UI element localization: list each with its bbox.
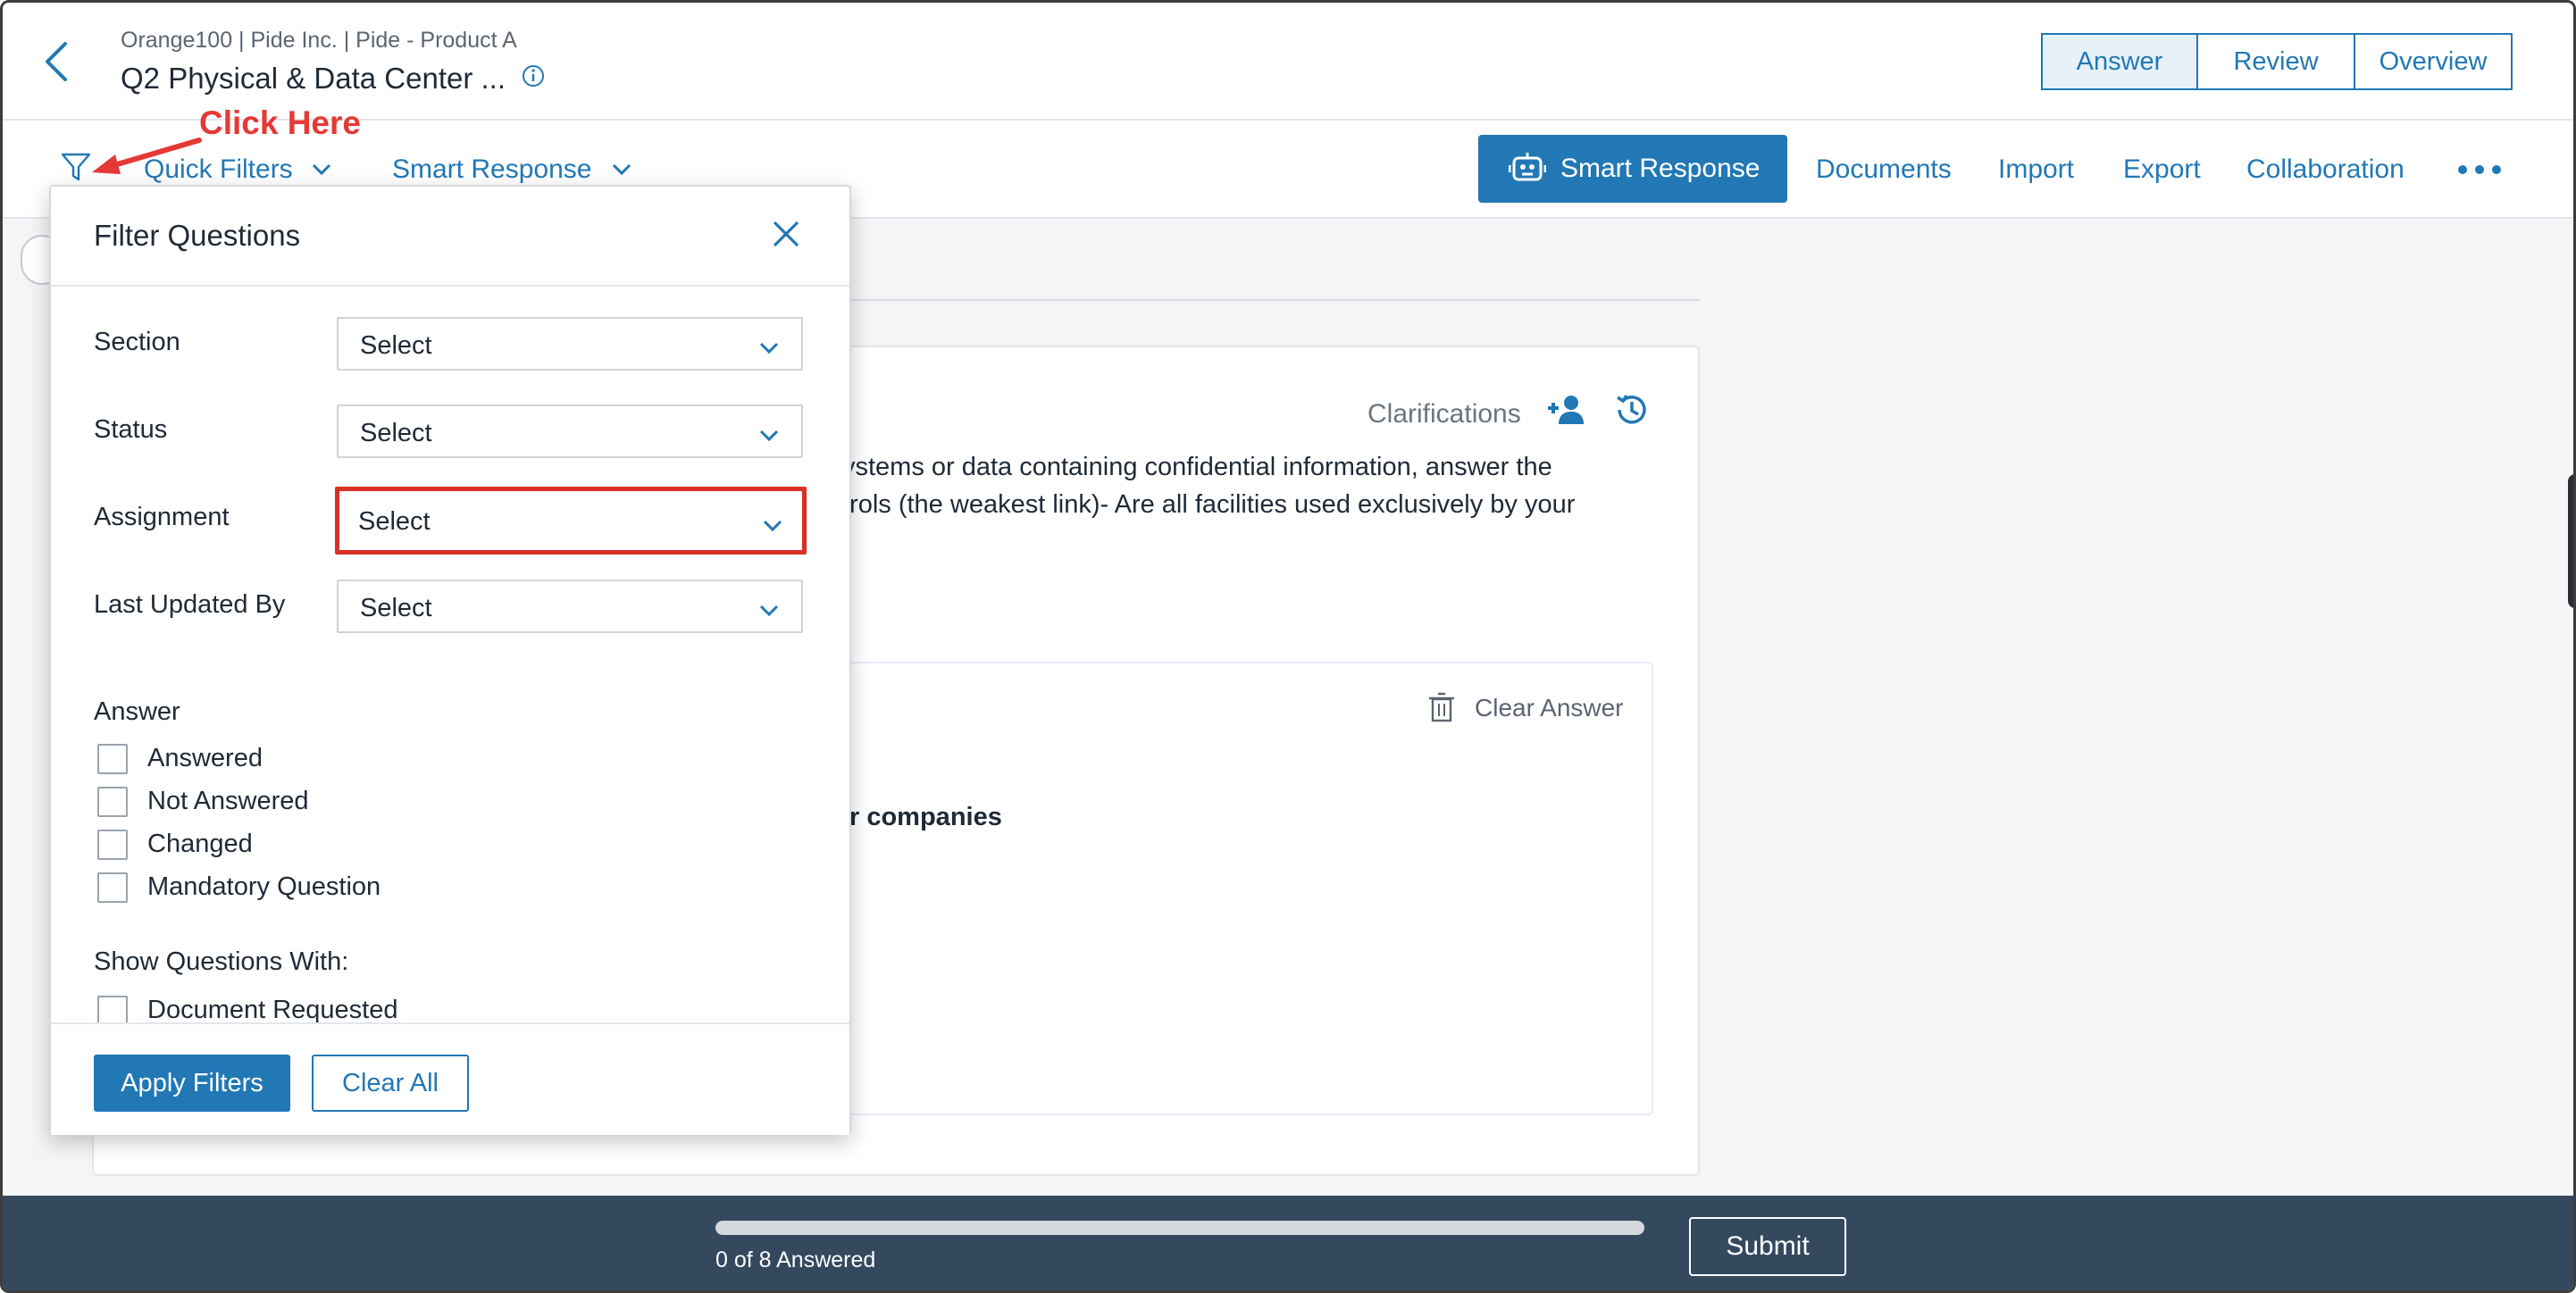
smart-response-label: Smart Response: [1560, 154, 1761, 183]
chevron-down-icon: [759, 342, 779, 355]
history-icon[interactable]: [1612, 390, 1652, 430]
top-bar: Orange100 | Pide Inc. | Pide - Product A…: [3, 3, 2573, 121]
select-value: Select: [360, 594, 432, 622]
checkbox-label: Document Requested: [147, 996, 398, 1024]
robot-icon: [1509, 153, 1546, 181]
filter-questions-popup: Filter Questions Section Select Status S…: [49, 185, 851, 1135]
assignment-label: Assignment: [94, 503, 230, 531]
checkbox[interactable]: [97, 744, 128, 774]
breadcrumb: Orange100 | Pide Inc. | Pide - Product A: [121, 28, 517, 53]
answer-option-text: r companies: [849, 803, 1002, 831]
chevron-down-icon: [763, 520, 782, 532]
checkbox[interactable]: [97, 996, 128, 1026]
checkbox[interactable]: [97, 872, 128, 903]
export-link[interactable]: Export: [2123, 154, 2201, 185]
answer-group-label: Answer: [94, 697, 180, 726]
select-value: Select: [360, 419, 432, 447]
submit-button[interactable]: Submit: [1689, 1217, 1846, 1276]
chevron-down-icon: [759, 605, 779, 617]
documents-link[interactable]: Documents: [1816, 154, 1952, 185]
question-text-line: ystems or data containing confidential i…: [842, 453, 1552, 481]
tab-overview[interactable]: Overview: [2355, 35, 2511, 88]
smart-response-button[interactable]: Smart Response: [1478, 135, 1787, 203]
checkbox-label: Mandatory Question: [147, 872, 381, 901]
mode-tabs: Answer Review Overview: [2041, 33, 2513, 90]
status-label: Status: [94, 415, 168, 444]
checkbox-label: Answered: [147, 744, 263, 772]
tab-review[interactable]: Review: [2198, 35, 2355, 88]
popup-footer: Apply Filters Clear All: [51, 1022, 849, 1135]
checkbox-label: Not Answered: [147, 787, 309, 815]
progress-text: 0 of 8 Answered: [715, 1247, 876, 1272]
annotation-arrow-icon: [92, 138, 202, 174]
info-icon[interactable]: [521, 63, 546, 88]
question-text-line: trols (the weakest link)- Are all facili…: [842, 490, 1576, 519]
last-updated-by-select[interactable]: Select: [337, 580, 803, 633]
app-window: Orange100 | Pide Inc. | Pide - Product A…: [0, 0, 2576, 1293]
annotation-label: Click Here: [199, 104, 361, 141]
apply-filters-button[interactable]: Apply Filters: [94, 1055, 290, 1112]
tab-answer[interactable]: Answer: [2043, 35, 2198, 88]
last-updated-by-label: Last Updated By: [94, 590, 286, 619]
collaboration-link[interactable]: Collaboration: [2246, 154, 2405, 185]
select-value: Select: [358, 507, 431, 536]
close-icon[interactable]: [771, 219, 801, 249]
side-panel-handle[interactable]: [2568, 474, 2573, 608]
progress-bar: [715, 1221, 1644, 1235]
back-arrow-icon[interactable]: [38, 38, 74, 85]
section-label: Section: [94, 328, 180, 356]
clarifications-link[interactable]: Clarifications: [1367, 399, 1521, 430]
clear-all-button[interactable]: Clear All: [312, 1055, 469, 1112]
clear-answer-button[interactable]: Clear Answer: [1475, 694, 1624, 722]
show-questions-with-label: Show Questions With:: [94, 947, 349, 976]
import-link[interactable]: Import: [1998, 154, 2074, 185]
chevron-down-icon[interactable]: [310, 158, 333, 181]
add-person-icon[interactable]: [1546, 392, 1585, 428]
trash-icon[interactable]: [1428, 692, 1455, 722]
page-title: Q2 Physical & Data Center ...: [121, 62, 506, 95]
filter-icon[interactable]: [60, 151, 92, 183]
status-select[interactable]: Select: [337, 405, 803, 458]
assignment-select[interactable]: Select: [335, 487, 807, 555]
chevron-down-icon[interactable]: [610, 158, 633, 181]
checkbox[interactable]: [97, 787, 128, 817]
footer-bar: 0 of 8 Answered Submit: [3, 1196, 2573, 1290]
select-value: Select: [360, 331, 432, 360]
chevron-down-icon: [759, 430, 779, 442]
section-select[interactable]: Select: [337, 317, 803, 371]
more-options-icon[interactable]: [2457, 163, 2502, 176]
checkbox[interactable]: [97, 830, 128, 860]
smart-response-dropdown[interactable]: Smart Response: [392, 154, 591, 185]
checkbox-label: Changed: [147, 830, 253, 858]
popup-header: Filter Questions: [51, 187, 849, 287]
popup-title: Filter Questions: [94, 219, 301, 252]
